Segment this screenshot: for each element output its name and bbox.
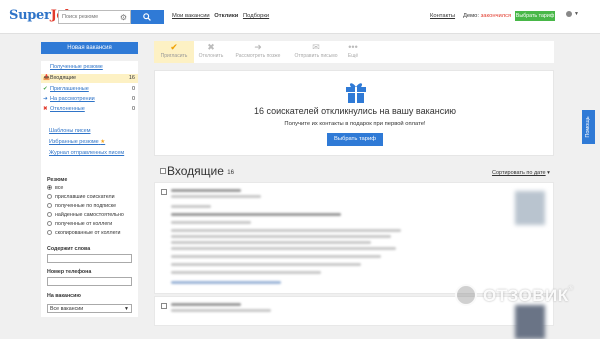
top-header: SuperJob ⚙ Мои вакансии Отклики Подборки… [0,0,600,34]
resume-card[interactable] [154,182,554,294]
nav-selections[interactable]: Подборки [243,13,269,19]
resume-filter-heading: Резюме [47,177,68,183]
filter-option-copied[interactable]: скопированные от коллеги [47,229,120,237]
applicant-photo [515,305,545,339]
reject-button[interactable]: ✖ Отклонить [194,41,228,63]
resume-checkbox[interactable] [161,303,167,309]
phone-label: Номер телефона [47,269,92,275]
resume-search-input[interactable] [59,11,117,23]
templates-link[interactable]: Шаблоны писем [49,128,91,134]
select-all-checkbox[interactable] [160,168,166,174]
nav-my-vacancies[interactable]: Мои вакансии [172,13,210,19]
received-resumes-link[interactable]: Полученные резюме [50,64,103,70]
check-icon: ✔ [170,42,178,52]
search-icon [143,13,151,21]
otzovik-watermark: ОТЗОВИК® [455,284,595,308]
keywords-label: Содержит слова [47,246,91,252]
sort-dropdown[interactable]: Сортировать по дате ▾ [492,170,550,176]
nav-responses[interactable]: Отклики [214,13,238,19]
check-icon: ✔ [43,86,48,92]
filter-option-all[interactable]: все [47,184,63,192]
contacts-link[interactable]: Контакты [430,13,455,19]
more-button[interactable]: ••• Ещё [342,41,364,63]
gift-icon [346,83,366,103]
avatar [566,11,572,17]
phone-input[interactable] [47,277,132,286]
folder-invited[interactable]: ✔ Приглашенные 0 [41,85,138,94]
favorites-link[interactable]: Избранные резюме ★ [49,139,105,145]
top-nav: Мои вакансии Отклики Подборки [172,13,272,19]
folder-rejected[interactable]: ✖ Отклоненные 0 [41,105,138,114]
inbox-count: 16 [227,170,234,176]
promo-subtitle: Получите их контакты в подарок при перво… [284,121,426,127]
mail-icon: ✉ [312,42,320,52]
chevron-down-icon: ▼ [574,11,579,17]
demo-expired-link[interactable]: закончился [481,13,512,19]
applicant-photo [515,191,545,225]
choose-tariff-button[interactable]: Выбрать тариф [515,11,555,21]
chevron-down-icon: ▾ [547,170,550,176]
promo-choose-tariff-button[interactable]: Выбрать тариф [327,133,383,146]
user-menu[interactable]: ▼ [566,11,580,19]
action-toolbar: ✔ Пригласить ✖ Отклонить ➜ Рассмотреть п… [154,41,554,63]
gear-icon[interactable]: ⚙ [120,13,127,22]
folders-panel: Полученные резюме 📥 Входящие 16 ✔ Пригла… [41,61,138,171]
folder-inbox[interactable]: 📥 Входящие 16 [41,74,138,83]
keywords-input[interactable] [47,254,132,263]
demo-status: Демо: закончился [463,13,512,19]
journal-link[interactable]: Журнал отправленных писем [49,150,124,156]
close-icon: ✖ [207,42,215,52]
chevron-down-icon: ▼ [124,306,129,312]
review-later-button[interactable]: ➜ Рассмотреть позже [230,41,286,63]
filter-option-subscription[interactable]: полученные по подписке [47,202,116,210]
new-vacancy-button[interactable]: Новая вакансия [41,42,138,54]
send-letter-button[interactable]: ✉ Отправить письмо [288,41,344,63]
search-button[interactable] [131,10,164,24]
vacancy-select[interactable]: Все вакансии ▼ [47,304,132,313]
more-icon: ••• [348,42,358,52]
resume-checkbox[interactable] [161,189,167,195]
otzovik-logo-icon [455,284,477,306]
filter-option-self-found[interactable]: найденные самостоятельно [47,211,124,219]
close-icon: ✖ [43,106,48,112]
inbox-icon: 📥 [43,75,50,81]
forward-icon: ➜ [254,42,262,52]
inbox-heading: Входящие 16 [160,164,234,178]
resume-search-field[interactable]: ⚙ [58,10,131,24]
invite-button[interactable]: ✔ Пригласить [154,41,194,63]
promo-title: 16 соискателей откликнулись на вашу вака… [254,106,456,116]
filter-option-from-colleague[interactable]: полученные от коллеги [47,220,112,228]
filter-panel: Резюме все приславшие соискатели получен… [41,170,138,317]
help-tab[interactable]: Помощь [582,110,595,144]
vacancy-label: На вакансию [47,293,81,299]
promo-banner: 16 соискателей откликнулись на вашу вака… [154,70,554,156]
filter-option-applicants[interactable]: приславшие соискатели [47,193,115,201]
forward-icon: ➜ [43,96,48,102]
folder-review[interactable]: ➜ На рассмотрении 0 [41,95,138,104]
star-icon: ★ [100,139,106,145]
